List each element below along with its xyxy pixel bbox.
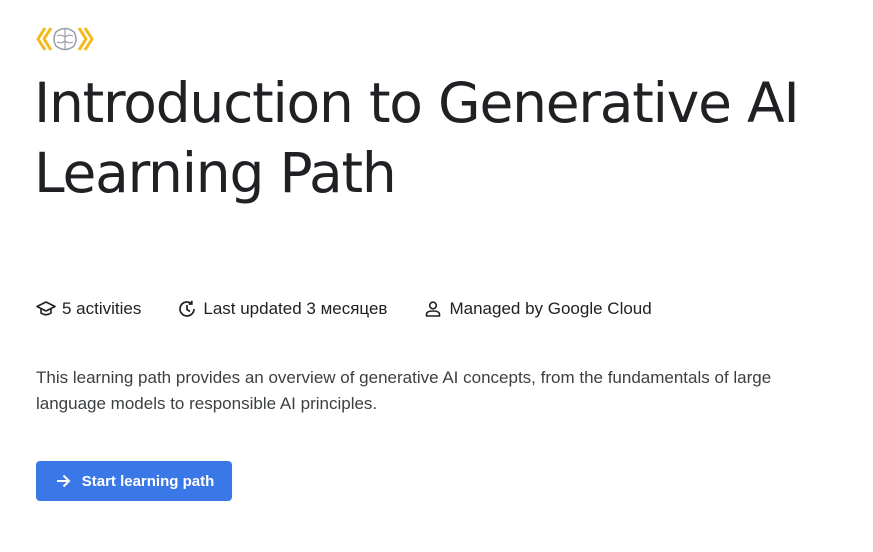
activities-label: 5 activities: [62, 299, 142, 318]
start-learning-path-button[interactable]: Start learning path: [36, 461, 232, 501]
meta-row: 5 activities Last updated 3 месяцев Mana…: [36, 296, 688, 322]
page-title: Introduction to Generative AI Learning P…: [34, 71, 800, 205]
learning-path-page: Introduction to Generative AI Learning P…: [0, 0, 873, 552]
managed-by-label: Managed by Google Cloud: [449, 299, 652, 318]
last-updated-label: Last updated 3 месяцев: [203, 299, 388, 318]
path-description: This learning path provides an overview …: [36, 368, 772, 413]
ai-brain-badge-icon: [36, 24, 94, 54]
graduation-cap-icon: [36, 299, 56, 319]
arrow-right-icon: [54, 472, 72, 490]
managed-by: Managed by Google Cloud: [423, 299, 652, 319]
clock-update-icon: [177, 299, 197, 319]
person-icon: [423, 299, 443, 319]
start-button-label: Start learning path: [81, 472, 215, 490]
activities-count: 5 activities: [36, 299, 141, 319]
last-updated: Last updated 3 месяцев: [177, 299, 387, 319]
